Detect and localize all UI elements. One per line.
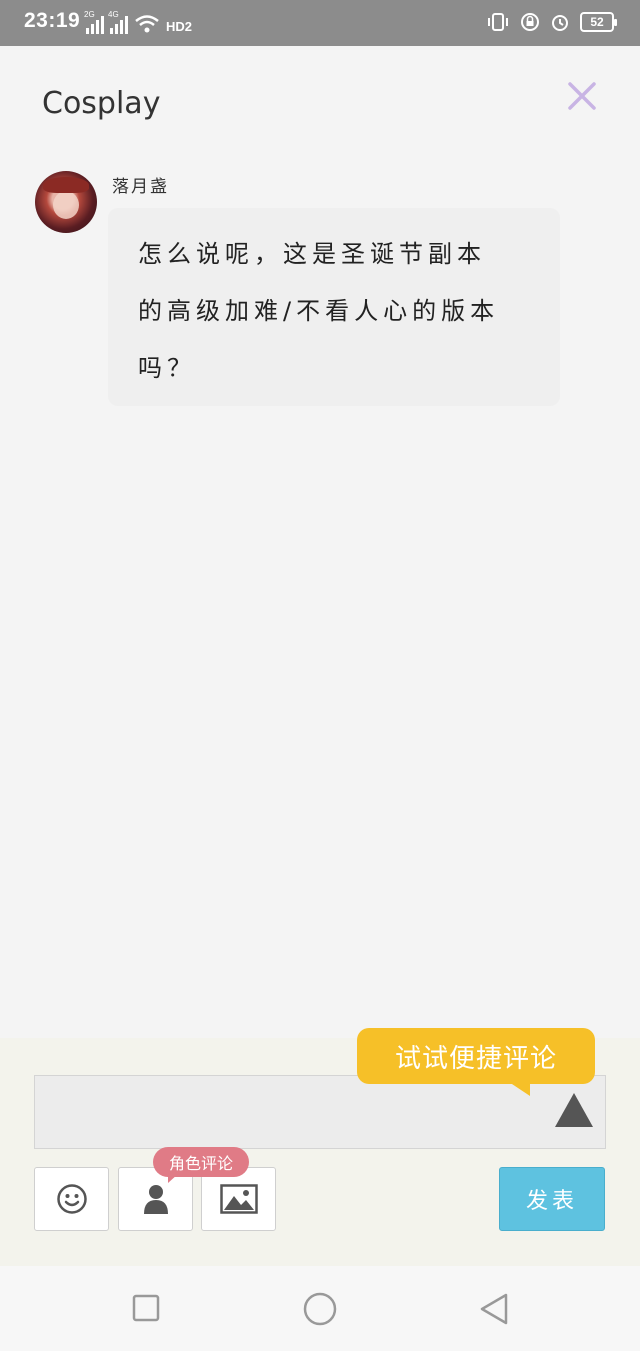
person-icon bbox=[143, 1185, 168, 1214]
lock-rotation-icon bbox=[521, 13, 539, 31]
hd-icon: HD2 bbox=[166, 19, 193, 34]
wifi-icon bbox=[135, 15, 159, 33]
comment-line: 吗？ bbox=[138, 354, 196, 382]
signal-2g-icon: 2G bbox=[84, 10, 104, 34]
page-title: Cosplay bbox=[42, 86, 161, 121]
comment-bubble: 怎么说呢，这是圣诞节副本 的高级加难/不看人心的版本 吗？ bbox=[108, 208, 560, 406]
triangle-up-icon[interactable] bbox=[555, 1093, 593, 1127]
badge-tail bbox=[168, 1174, 178, 1183]
net-type-2g: 2G bbox=[84, 10, 95, 19]
back-icon[interactable] bbox=[478, 1292, 510, 1326]
image-icon bbox=[219, 1184, 258, 1214]
vibrate-icon bbox=[488, 13, 508, 31]
status-right-icons: 52 bbox=[486, 12, 617, 32]
comment-line: 怎么说呢，这是圣诞节副本 bbox=[138, 240, 486, 268]
home-icon[interactable] bbox=[303, 1292, 337, 1326]
alarm-icon bbox=[552, 15, 568, 31]
avatar[interactable] bbox=[35, 171, 97, 233]
recent-apps-icon[interactable] bbox=[132, 1294, 160, 1322]
close-icon[interactable] bbox=[562, 76, 602, 116]
net-type-4g: 4G bbox=[108, 10, 119, 19]
battery-icon: 52 bbox=[580, 12, 617, 32]
send-button[interactable]: 发表 bbox=[499, 1167, 605, 1231]
emoji-icon bbox=[56, 1184, 87, 1214]
emoji-button[interactable] bbox=[34, 1167, 109, 1231]
system-nav-bar bbox=[0, 1266, 640, 1351]
comment-line: 的高级加难/不看人心的版本 bbox=[138, 297, 500, 325]
status-left-icons: 2G 4G HD2 bbox=[84, 10, 193, 34]
signal-4g-icon: 4G bbox=[108, 10, 128, 34]
quick-comment-tooltip[interactable]: 试试便捷评论 bbox=[357, 1028, 595, 1084]
role-comment-badge: 角色评论 bbox=[153, 1147, 249, 1177]
tooltip-tail bbox=[506, 1080, 530, 1096]
status-bar: 23:19 2G 4G HD2 52 bbox=[0, 0, 640, 46]
comment-username[interactable]: 落月盏 bbox=[112, 172, 169, 197]
status-time: 23:19 bbox=[24, 9, 81, 32]
